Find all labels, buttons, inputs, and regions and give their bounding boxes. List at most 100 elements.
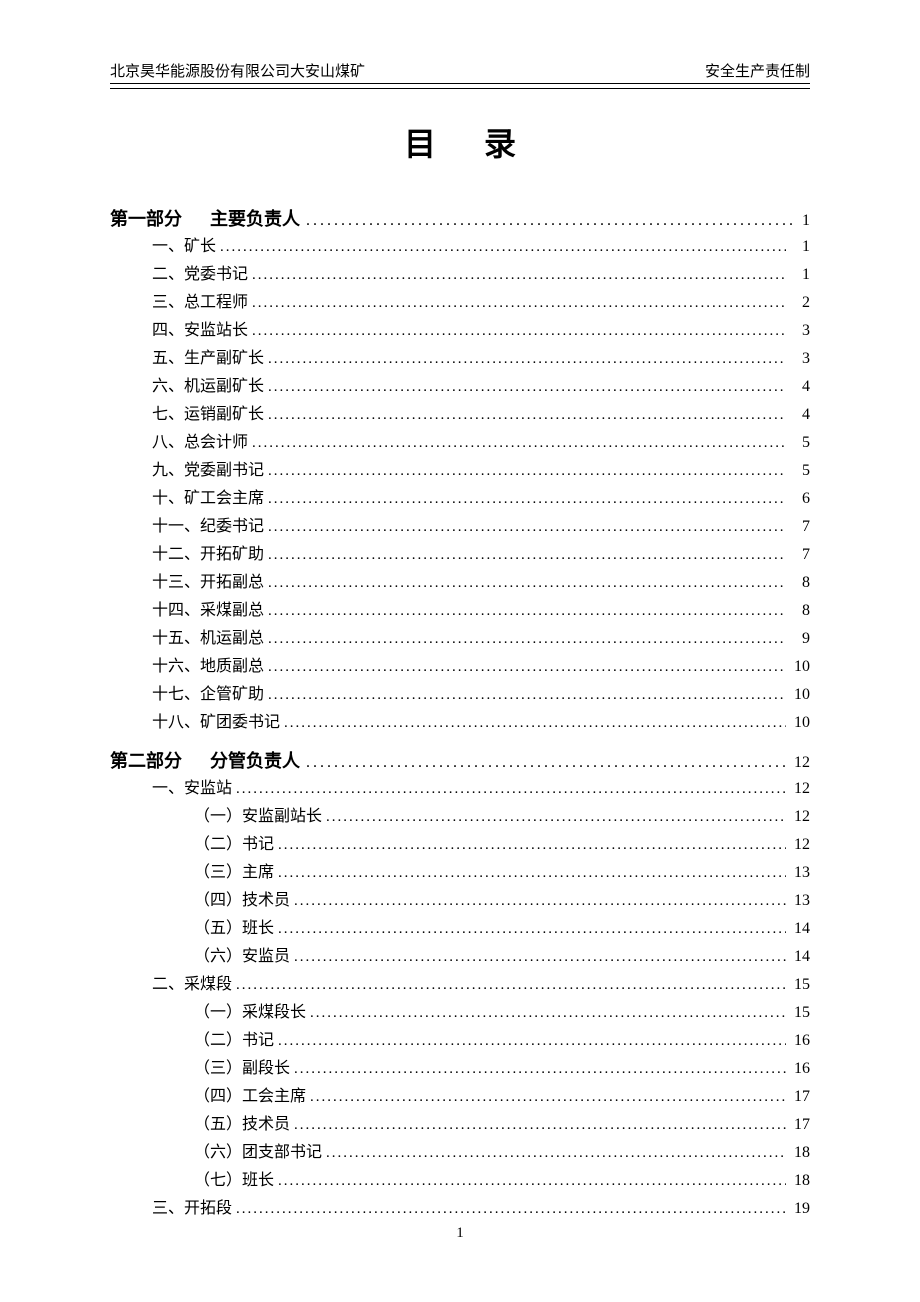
table-of-contents: 第一部分主要负责人1一、矿长1二、党委书记1三、总工程师2四、安监站长3五、生产…	[110, 205, 810, 1223]
toc-item: 八、总会计师5	[110, 429, 810, 457]
toc-item-page: 8	[790, 569, 810, 597]
toc-item-text: 二、党委书记	[152, 261, 248, 289]
toc-item-page: 4	[790, 401, 810, 429]
toc-item-page: 3	[790, 317, 810, 345]
toc-item-text: 十六、地质副总	[152, 653, 264, 681]
toc-item-text: 十七、企管矿助	[152, 681, 264, 709]
header-left: 北京昊华能源股份有限公司大安山煤矿	[110, 60, 365, 81]
toc-leader	[268, 486, 786, 512]
toc-item-text: 十、矿工会主席	[152, 485, 264, 513]
toc-item-text: 七、运销副矿长	[152, 401, 264, 429]
toc-item: 十四、采煤副总 8	[110, 597, 810, 625]
toc-item: （六）安监员 14	[110, 943, 810, 971]
toc-item-page: 1	[790, 261, 810, 289]
toc-leader	[268, 346, 786, 372]
toc-leader	[252, 318, 786, 344]
toc-item-page: 17	[790, 1083, 810, 1111]
toc-item-text: 十四、采煤副总	[152, 597, 264, 625]
doc-title: 目录	[158, 119, 810, 165]
toc-leader	[306, 212, 796, 230]
toc-leader	[294, 944, 786, 970]
toc-item-page: 14	[790, 915, 810, 943]
toc-item: 一、矿长1	[110, 233, 810, 261]
toc-item-text: 十三、开拓副总	[152, 569, 264, 597]
toc-item-page: 4	[790, 373, 810, 401]
toc-item: 五、生产副矿长3	[110, 345, 810, 373]
toc-item-text: 六、机运副矿长	[152, 373, 264, 401]
toc-section-label: 第二部分	[110, 747, 182, 773]
toc-item-page: 12	[790, 775, 810, 803]
toc-item: 一、安监站 12	[110, 775, 810, 803]
toc-item-page: 8	[790, 597, 810, 625]
toc-item: 三、总工程师2	[110, 289, 810, 317]
toc-leader	[252, 290, 786, 316]
toc-item-page: 16	[790, 1027, 810, 1055]
toc-item-page: 13	[790, 887, 810, 915]
toc-leader	[284, 710, 786, 736]
toc-leader	[236, 776, 786, 802]
toc-item: 十一、纪委书记7	[110, 513, 810, 541]
toc-leader	[268, 542, 786, 568]
toc-leader	[268, 570, 786, 596]
toc-item-text: 四、安监站长	[152, 317, 248, 345]
toc-item-page: 15	[790, 971, 810, 999]
toc-item: 三、开拓段19	[110, 1195, 810, 1223]
toc-section-title: 分管负责人	[210, 747, 300, 773]
toc-item-page: 15	[790, 999, 810, 1027]
toc-item: （三）副段长16	[110, 1055, 810, 1083]
toc-item: （四）工会主席17	[110, 1083, 810, 1111]
toc-leader	[268, 458, 786, 484]
toc-leader	[278, 1168, 786, 1194]
toc-item-page: 2	[790, 289, 810, 317]
toc-leader	[268, 374, 786, 400]
toc-item-text: 一、安监站	[152, 775, 232, 803]
toc-item: 十二、开拓矿助7	[110, 541, 810, 569]
toc-item-text: 十八、矿团委书记	[152, 709, 280, 737]
toc-leader	[306, 754, 788, 772]
toc-item: 九、党委副书记 5	[110, 457, 810, 485]
toc-item-page: 5	[790, 457, 810, 485]
toc-item-text: 一、矿长	[152, 233, 216, 261]
toc-item-text: （二）书记	[194, 831, 274, 859]
toc-leader	[220, 234, 786, 260]
toc-item-page: 10	[790, 709, 810, 737]
toc-leader	[310, 1000, 786, 1026]
toc-item-page: 7	[790, 513, 810, 541]
toc-item: 二、采煤段15	[110, 971, 810, 999]
toc-item-page: 18	[790, 1167, 810, 1195]
toc-item-text: （六）安监员	[194, 943, 290, 971]
toc-item-text: （二）书记	[194, 1027, 274, 1055]
toc-item: 六、机运副矿长 4	[110, 373, 810, 401]
toc-item-page: 10	[790, 681, 810, 709]
toc-item-text: 九、党委副书记	[152, 457, 264, 485]
toc-item-page: 10	[790, 653, 810, 681]
toc-section-heading: 第二部分分管负责人12	[110, 747, 810, 773]
toc-item-text: （一）采煤段长	[194, 999, 306, 1027]
toc-item-page: 12	[790, 831, 810, 859]
toc-item-text: 十五、机运副总	[152, 625, 264, 653]
toc-leader	[278, 832, 786, 858]
toc-item-page: 14	[790, 943, 810, 971]
toc-item-page: 13	[790, 859, 810, 887]
toc-item-page: 5	[790, 429, 810, 457]
page-header: 北京昊华能源股份有限公司大安山煤矿 安全生产责任制	[110, 60, 810, 84]
toc-section-label: 第一部分	[110, 205, 182, 231]
toc-item: （三）主席13	[110, 859, 810, 887]
toc-item-text: （五）技术员	[194, 1111, 290, 1139]
toc-item: 十七、企管矿助 10	[110, 681, 810, 709]
toc-leader	[268, 654, 786, 680]
toc-item-text: （一）安监副站长	[194, 803, 322, 831]
toc-item: 十、矿工会主席6	[110, 485, 810, 513]
toc-item-page: 16	[790, 1055, 810, 1083]
toc-leader	[294, 888, 786, 914]
toc-item: （二）书记 16	[110, 1027, 810, 1055]
toc-leader	[268, 682, 786, 708]
toc-leader	[294, 1112, 786, 1138]
toc-item: 十五、机运副总9	[110, 625, 810, 653]
toc-item: （四）技术员13	[110, 887, 810, 915]
toc-item: （一）采煤段长 15	[110, 999, 810, 1027]
document-page: 北京昊华能源股份有限公司大安山煤矿 安全生产责任制 目录 第一部分主要负责人1一…	[0, 0, 920, 1263]
toc-leader	[278, 860, 786, 886]
toc-item: 七、运销副矿长 4	[110, 401, 810, 429]
toc-item-page: 7	[790, 541, 810, 569]
